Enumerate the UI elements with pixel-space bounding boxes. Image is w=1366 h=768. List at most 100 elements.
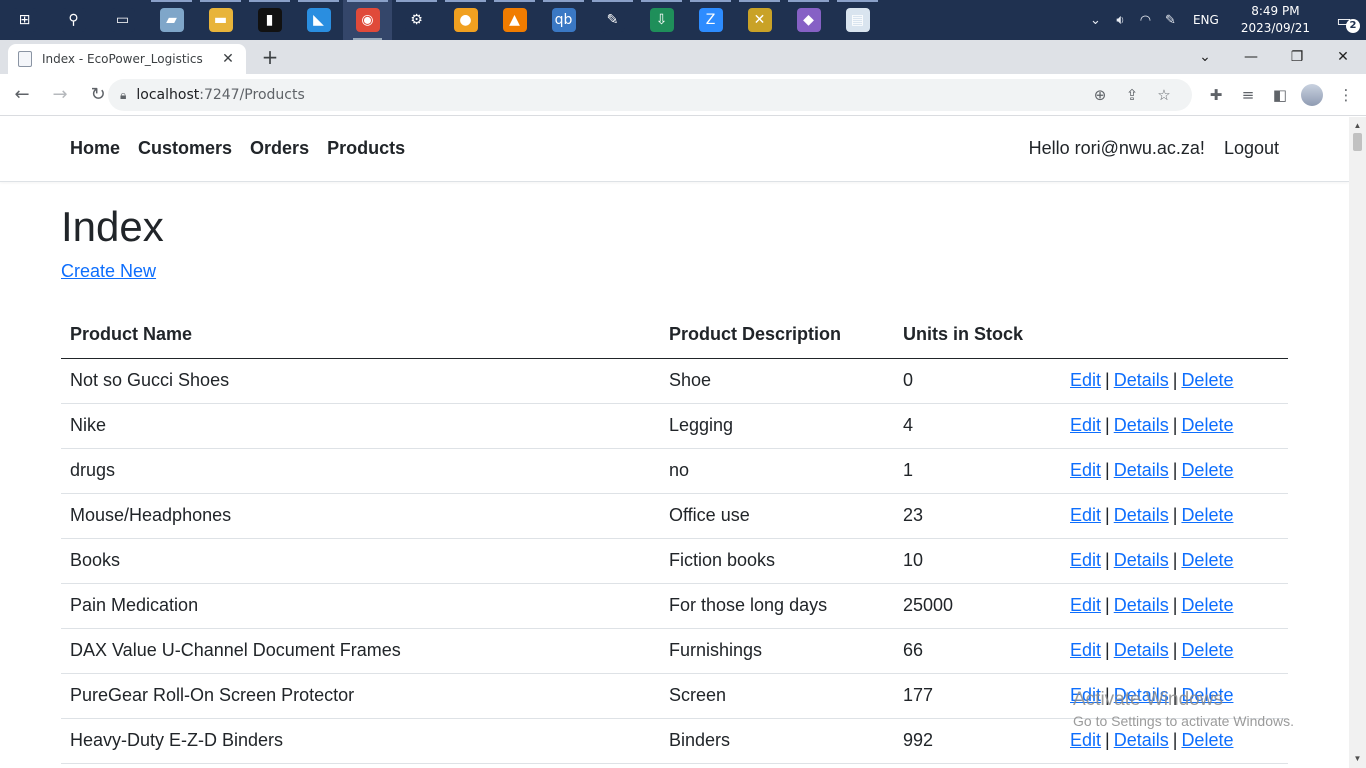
edit-link[interactable]: Edit <box>1070 685 1101 705</box>
cell-actions: Edit | Details | Delete <box>1061 718 1288 764</box>
address-bar[interactable]: 🔒︎ localhost:7247/Products ⊕ ⇪ ☆ <box>108 79 1192 111</box>
create-new-link[interactable]: Create New <box>61 261 156 282</box>
taskbar-app-button[interactable]: ▬ <box>196 0 245 40</box>
taskbar-app-button[interactable]: Z <box>686 0 735 40</box>
chevron-up-icon[interactable]: ⌄ <box>1083 13 1108 28</box>
details-link[interactable]: Details <box>1114 415 1169 435</box>
delete-link[interactable]: Delete <box>1181 370 1233 390</box>
terminal-icon: ▮ <box>257 8 282 32</box>
fl-studio-icon: ● <box>453 8 478 32</box>
edit-link[interactable]: Edit <box>1070 595 1101 615</box>
edit-link[interactable]: Edit <box>1070 460 1101 480</box>
close-window-button[interactable]: ✕ <box>1320 40 1366 74</box>
taskbar-app-button[interactable]: ▲ <box>490 0 539 40</box>
taskbar-app-button[interactable]: ◣ <box>294 0 343 40</box>
action-separator: | <box>1172 415 1178 435</box>
side-panel-icon[interactable]: ◧ <box>1264 74 1296 116</box>
edit-link[interactable]: Edit <box>1070 370 1101 390</box>
delete-link[interactable]: Delete <box>1181 640 1233 660</box>
nav-link-products[interactable]: Products <box>327 138 405 159</box>
taskbar-app-button[interactable]: ⚲ <box>49 0 98 40</box>
details-link[interactable]: Details <box>1114 370 1169 390</box>
taskbar-app-button[interactable]: qb <box>539 0 588 40</box>
forward-button[interactable]: → <box>44 79 76 111</box>
nav-link-orders[interactable]: Orders <box>250 138 309 159</box>
edit-link[interactable]: Edit <box>1070 415 1101 435</box>
back-button[interactable]: ← <box>6 79 38 111</box>
browser-menu-icon[interactable]: ⋮ <box>1330 74 1362 116</box>
volume-icon[interactable]: 🔉︎ <box>1108 13 1133 28</box>
cell-units-in-stock: 25000 <box>894 583 1061 629</box>
language-indicator[interactable]: ENG <box>1183 13 1229 27</box>
table-row: Mouse/Headphones Office use 23 Edit | Details… <box>61 493 1288 539</box>
edit-link[interactable]: Edit <box>1070 550 1101 570</box>
browser-tab[interactable]: Index - EcoPower_Logistics ✕ <box>8 44 246 74</box>
page-scrollbar[interactable]: ▲ ▼ <box>1349 117 1366 768</box>
tab-search-button[interactable]: ⌄ <box>1182 40 1228 74</box>
scroll-up-arrow-icon[interactable]: ▲ <box>1349 119 1366 133</box>
clock[interactable]: 8:49 PM 2023/09/21 <box>1229 3 1322 37</box>
taskbar-app-button[interactable]: ◆ <box>784 0 833 40</box>
new-tab-button[interactable]: + <box>258 46 282 70</box>
share-icon[interactable]: ⇪ <box>1116 86 1148 104</box>
taskbar-app-button[interactable]: ✎ <box>588 0 637 40</box>
search-icon: ⚲ <box>61 8 86 32</box>
cell-product-name: drugs <box>61 448 660 494</box>
url-text[interactable]: localhost:7247/Products <box>136 87 304 103</box>
extensions-puzzle-icon[interactable]: ✚ <box>1200 74 1232 116</box>
details-link[interactable]: Details <box>1114 550 1169 570</box>
media-queue-icon[interactable]: ≡ <box>1232 74 1264 116</box>
lock-icon[interactable]: 🔒︎ <box>120 88 126 103</box>
column-header-product-name: Product Name <box>61 311 660 359</box>
minimize-button[interactable]: — <box>1228 40 1274 74</box>
notification-badge: 2 <box>1346 19 1360 33</box>
delete-link[interactable]: Delete <box>1181 415 1233 435</box>
user-greeting[interactable]: Hello rori@nwu.ac.za! <box>1029 138 1205 159</box>
profile-avatar[interactable] <box>1296 74 1328 116</box>
tab-close-icon[interactable]: ✕ <box>220 51 236 67</box>
taskbar-app-button[interactable]: ▭ <box>98 0 147 40</box>
restore-button[interactable]: ❐ <box>1274 40 1320 74</box>
delete-link[interactable]: Delete <box>1181 460 1233 480</box>
taskbar-app-button[interactable]: ⚙ <box>392 0 441 40</box>
edit-link[interactable]: Edit <box>1070 730 1101 750</box>
taskbar-app-button[interactable]: ▤ <box>833 0 882 40</box>
cell-actions: Edit | Details | Delete <box>1061 583 1288 629</box>
notification-center-button[interactable]: ▭ 2 <box>1322 0 1366 40</box>
action-separator: | <box>1172 505 1178 525</box>
details-link[interactable]: Details <box>1114 460 1169 480</box>
edit-link[interactable]: Edit <box>1070 505 1101 525</box>
table-row: drugs no 1 Edit | Details | Delete <box>61 448 1288 494</box>
taskbar-app-button[interactable]: ⊞ <box>0 0 49 40</box>
zoom-icon[interactable]: ⊕ <box>1084 86 1116 104</box>
taskbar-app-button[interactable]: ✕ <box>735 0 784 40</box>
wifi-icon[interactable]: ◠ <box>1133 13 1158 28</box>
taskbar-app-button[interactable]: ▰ <box>147 0 196 40</box>
delete-link[interactable]: Delete <box>1181 505 1233 525</box>
delete-link[interactable]: Delete <box>1181 685 1233 705</box>
bookmark-star-icon[interactable]: ☆ <box>1148 86 1180 104</box>
details-link[interactable]: Details <box>1114 595 1169 615</box>
page-favicon-icon <box>18 51 32 67</box>
scroll-down-arrow-icon[interactable]: ▼ <box>1349 752 1366 766</box>
windows-taskbar: ⊞ ⚲ ▭ ▰ ▬ ▮ ◣ ◉ ⚙ ● ▲ qb ✎ ⇩ Z ✕ ◆ ▤ ⌄ 🔉︎ ◠ ✎ ENG 8:49 PM… <box>0 0 1366 40</box>
details-link[interactable]: Details <box>1114 685 1169 705</box>
details-link[interactable]: Details <box>1114 505 1169 525</box>
details-link[interactable]: Details <box>1114 730 1169 750</box>
nav-link-home[interactable]: Home <box>70 138 120 159</box>
delete-link[interactable]: Delete <box>1181 550 1233 570</box>
nav-link-customers[interactable]: Customers <box>138 138 232 159</box>
details-link[interactable]: Details <box>1114 640 1169 660</box>
scrollbar-thumb[interactable] <box>1353 133 1362 151</box>
delete-link[interactable]: Delete <box>1181 730 1233 750</box>
taskbar-app-button[interactable]: ◉ <box>343 0 392 40</box>
taskbar-app-button[interactable]: ● <box>441 0 490 40</box>
edit-link[interactable]: Edit <box>1070 640 1101 660</box>
taskbar-app-button[interactable]: ⇩ <box>637 0 686 40</box>
logout-button[interactable]: Logout <box>1224 138 1279 159</box>
action-separator: | <box>1105 370 1110 390</box>
cell-product-name: Pain Medication <box>61 583 660 629</box>
delete-link[interactable]: Delete <box>1181 595 1233 615</box>
pen-icon[interactable]: ✎ <box>1158 13 1183 28</box>
taskbar-app-button[interactable]: ▮ <box>245 0 294 40</box>
